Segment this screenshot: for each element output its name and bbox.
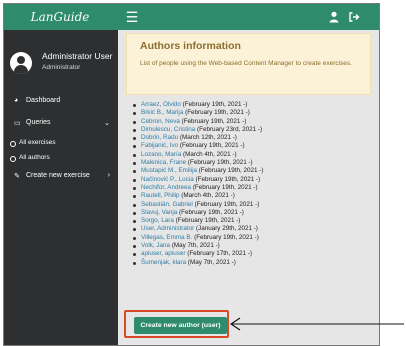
list-item: Dobrin, Radu (March 12th, 2021 -) (132, 134, 372, 142)
author-date: (February 19th, 2021 -) (181, 117, 247, 125)
author-date: (February 17th, 2021 -) (187, 250, 252, 258)
author-date: (February 19th, 2021 -) (179, 142, 245, 150)
pointer-arrow (230, 317, 404, 331)
author-link[interactable]: Rautell, Philip (141, 192, 180, 199)
list-item: Arraez, Olvido (February 19th, 2021 -) (132, 101, 372, 109)
edit-icon: ✎ (14, 173, 20, 180)
author-link[interactable]: Dobrin, Radu (141, 134, 178, 141)
list-item: Sebastián, Gabriel (February 19th, 2021 … (132, 201, 372, 209)
author-date: (March 4th, 2021 -) (183, 150, 237, 158)
user-name: Administrator User (42, 51, 113, 61)
author-link[interactable]: Lozano, María (141, 151, 181, 158)
avatar (10, 52, 32, 74)
main-content: Authors information List of people using… (118, 30, 379, 345)
sidebar-item-dashboard[interactable]: ◕ Dashboard (4, 97, 118, 109)
list-item: apiuser, apiuser (February 17th, 2021 -) (132, 250, 372, 258)
list-item: Volk, Jana (May 7th, 2021 -) (132, 242, 372, 250)
author-list: Arraez, Olvido (February 19th, 2021 -) B… (132, 101, 372, 267)
monitor-icon: ▭ (14, 120, 21, 127)
sidebar-item-all-authors[interactable]: All authors (4, 154, 118, 164)
list-item: Dimulescu, Cristina (February 23rd, 2021… (132, 126, 372, 134)
author-link[interactable]: Dimulescu, Cristina (141, 126, 195, 133)
author-date: (January 29th, 2021 -) (195, 225, 258, 233)
app-window: LanGuide ☰ Administrator User Administra… (3, 3, 380, 346)
list-item: Brkić B., Marija (February 19th, 2021 -) (132, 109, 372, 117)
chevron-right-icon: › (107, 172, 110, 179)
author-link[interactable]: Brkić B., Marija (141, 109, 183, 116)
author-link[interactable]: Mustapić M., Emilija (141, 167, 197, 174)
author-date: (May 7th, 2021 -) (187, 258, 236, 266)
sidebar-item-label: All exercises (19, 139, 56, 146)
circle-icon (10, 141, 16, 147)
brand-logo[interactable]: LanGuide (4, 4, 116, 30)
author-date: (February 19th, 2021 -) (198, 167, 264, 175)
sidebar-item-label: Queries (26, 119, 51, 126)
author-link[interactable]: apiuser, apiuser (141, 250, 185, 257)
list-item: Malenica, Frane (February 19th, 2021 -) (132, 159, 372, 167)
list-item: Mustapić M., Emilija (February 19th, 202… (132, 167, 372, 175)
list-item: Načinović P., Lucia (February 19th, 2021… (132, 176, 372, 184)
author-date: (February 19th, 2021 -) (182, 101, 248, 108)
user-role: Administrator (42, 64, 81, 71)
list-item: Villegas, Emma B. (February 19th, 2021 -… (132, 234, 372, 242)
author-date: (February 19th, 2021 -) (194, 200, 260, 208)
author-link[interactable]: Sorgo, Lara (141, 217, 174, 224)
page-title: Authors information (140, 40, 241, 52)
author-date: (May 7th, 2021 -) (171, 242, 220, 250)
sidebar-item-all-exercises[interactable]: All exercises (4, 139, 118, 149)
author-date: (February 19th, 2021 -) (194, 233, 259, 241)
logout-icon[interactable] (347, 10, 361, 24)
author-link[interactable]: Sebastián, Gabriel (141, 201, 193, 208)
author-link[interactable]: Malenica, Frane (141, 159, 186, 166)
author-date: (February 19th, 2021 -) (179, 208, 244, 216)
list-item: Rautell, Philip (March 4th, 2021 -) (132, 192, 372, 200)
list-item: Cebron, Neva (February 19th, 2021 -) (132, 118, 372, 126)
dashboard-icon: ◕ (14, 97, 19, 104)
sidebar-item-label: Create new exercise (26, 172, 90, 179)
top-bar: LanGuide ☰ (4, 4, 379, 30)
sidebar-item-label: Dashboard (26, 97, 61, 104)
chevron-down-icon: ⌄ (104, 120, 110, 127)
circle-icon (10, 156, 16, 162)
user-icon[interactable] (327, 10, 341, 24)
author-date: (March 12th, 2021 -) (179, 134, 237, 142)
sidebar-item-create-new-exercise[interactable]: ✎ Create new exercise › (4, 172, 118, 184)
info-panel: Authors information List of people using… (126, 33, 371, 95)
author-link[interactable]: Slavuj, Vanja (141, 209, 177, 216)
author-link[interactable]: Cebron, Neva (141, 118, 180, 125)
author-link[interactable]: Načinović P., Lucia (141, 176, 194, 183)
author-date: (February 19th, 2021 -) (185, 109, 250, 117)
list-item: Slavuj, Vanja (February 19th, 2021 -) (132, 209, 372, 217)
author-date: (February 19th, 2021 -) (195, 175, 261, 183)
list-item: Nechifor, Andreea (February 19th, 2021 -… (132, 184, 372, 192)
author-link[interactable]: Fabijanić, Ivo (141, 142, 178, 149)
sidebar-item-queries[interactable]: ▭ Queries ⌄ (4, 119, 118, 131)
list-item: User, Administrator (January 29th, 2021 … (132, 225, 372, 233)
author-link[interactable]: User, Administrator (141, 225, 194, 232)
sidebar: Administrator User Administrator ◕ Dashb… (4, 30, 118, 345)
highlight-box (124, 310, 229, 338)
author-link[interactable]: Arraez, Olvido (141, 101, 181, 108)
author-date: (February 19th, 2021 -) (192, 183, 258, 191)
sidebar-item-label: All authors (19, 154, 50, 161)
list-item: Sorgo, Lara (February 19th, 2021 -) (132, 217, 372, 225)
list-item: Šumenjak, klara (May 7th, 2021 -) (132, 259, 372, 267)
hamburger-icon[interactable]: ☰ (124, 7, 140, 27)
page-description: List of people using the Web-based Conte… (140, 60, 352, 67)
author-date: (March 4th, 2021 -) (181, 192, 235, 200)
author-date: (February 19th, 2021 -) (175, 217, 241, 225)
author-link[interactable]: Nechifor, Andreea (141, 184, 191, 191)
list-item: Lozano, María (March 4th, 2021 -) (132, 151, 372, 159)
author-date: (February 23rd, 2021 -) (197, 125, 263, 133)
author-date: (February 19th, 2021 -) (187, 159, 253, 167)
list-item: Fabijanić, Ivo (February 19th, 2021 -) (132, 142, 372, 150)
author-link[interactable]: Šumenjak, klara (141, 259, 186, 266)
author-link[interactable]: Volk, Jana (141, 242, 170, 249)
author-link[interactable]: Villegas, Emma B. (141, 234, 192, 241)
